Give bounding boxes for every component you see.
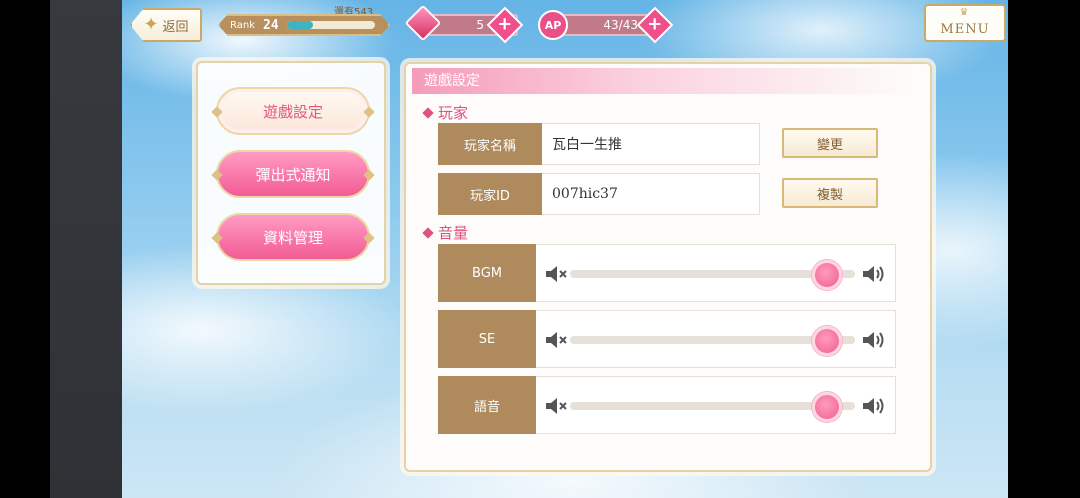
player-section-title: 玩家 [422,102,469,123]
volume-section-title: 音量 [422,222,469,243]
copy-id-button[interactable]: 複製 [782,178,878,208]
exp-bar [287,21,375,29]
bgm-volume-row: BGM [438,244,896,302]
settings-panel: 遊戲設定 玩家 玩家名稱 瓦白一生推 變更 玩家ID 007hic37 複製 音… [404,62,932,472]
game-screen: ✦ 返回 還有543 Rank 24 5 + AP 43/43 + ♛ MENU… [122,0,1008,498]
voice-label: 語音 [438,376,536,434]
player-name-row: 玩家名稱 瓦白一生推 [438,123,760,165]
sparkle-icon: ✦ [143,14,159,35]
player-name-value: 瓦白一生推 [542,123,760,165]
mute-icon[interactable] [544,329,570,351]
category-push-notifications[interactable]: 彈出式通知 [216,150,370,198]
volume-section-label: 音量 [438,224,469,242]
settings-category-menu: 遊戲設定 彈出式通知 資料管理 [196,61,386,285]
letterbox-right [1008,0,1080,498]
menu-button[interactable]: ♛ MENU [924,4,1006,42]
add-ap-button[interactable]: + [636,6,674,44]
rank-display: Rank 24 [218,14,390,36]
gem-count: 5 [476,18,484,32]
back-button[interactable]: ✦ 返回 [130,8,202,42]
bgm-label: BGM [438,244,536,302]
ap-value: 43/43 [603,18,638,32]
crown-ornament-icon: ♛ [959,7,971,18]
exp-bar-fill [287,21,313,29]
player-id-label: 玩家ID [438,173,542,215]
player-name-label: 玩家名稱 [438,123,542,165]
plus-icon: + [647,14,663,35]
mute-icon[interactable] [544,395,570,417]
bgm-volume-slider[interactable] [570,260,855,290]
letterbox-left [0,0,50,498]
category-game-settings[interactable]: 遊戲設定 [216,87,370,135]
diamond-bullet-icon [422,106,434,119]
category-data-management[interactable]: 資料管理 [216,213,370,261]
se-slider-area [536,310,896,368]
add-gems-button[interactable]: + [486,6,524,44]
player-section-label: 玩家 [438,104,469,122]
bgm-slider-area [536,244,896,302]
plus-icon: + [497,14,513,35]
se-volume-row: SE [438,310,896,368]
player-id-row: 玩家ID 007hic37 [438,173,760,215]
se-slider-knob[interactable] [811,326,842,356]
player-id-value: 007hic37 [542,173,760,215]
change-name-button[interactable]: 變更 [782,128,878,158]
voice-slider-knob[interactable] [811,392,842,422]
volume-max-icon[interactable] [861,329,887,351]
voice-volume-slider[interactable] [570,392,855,422]
volume-max-icon[interactable] [861,263,887,285]
bgm-slider-knob[interactable] [811,260,842,290]
screen-edge-strip [50,0,122,498]
mute-icon[interactable] [544,263,570,285]
panel-title: 遊戲設定 [412,68,912,94]
se-volume-slider[interactable] [570,326,855,356]
diamond-bullet-icon [422,226,434,239]
ap-icon: AP [538,10,568,40]
back-label: 返回 [162,19,189,35]
se-label: SE [438,310,536,368]
menu-label: MENU [940,22,990,37]
volume-max-icon[interactable] [861,395,887,417]
voice-slider-area [536,376,896,434]
rank-label: Rank [230,19,255,31]
voice-volume-row: 語音 [438,376,896,434]
rank-value: 24 [263,17,279,33]
